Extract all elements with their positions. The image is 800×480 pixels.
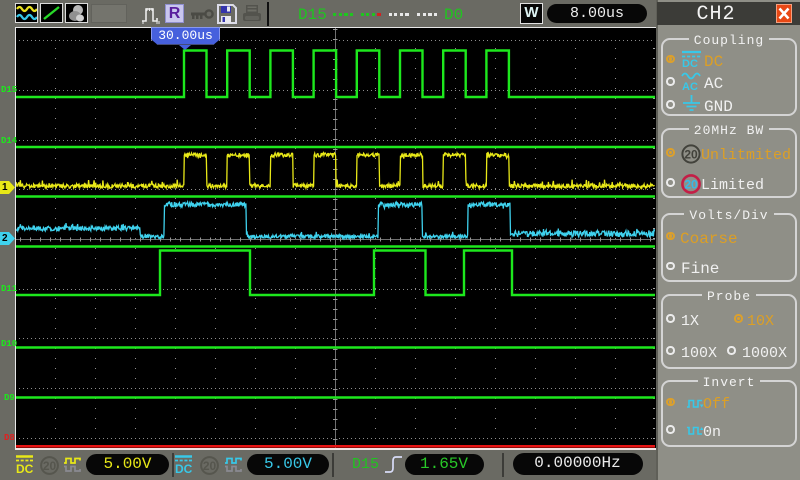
svg-text:20: 20: [684, 148, 698, 162]
svg-text:20: 20: [43, 459, 57, 473]
svg-text:20: 20: [684, 178, 698, 192]
svg-text:20: 20: [203, 459, 217, 473]
svg-text:AC: AC: [682, 81, 698, 91]
svg-text:DC: DC: [682, 58, 698, 68]
svg-text:DC: DC: [16, 462, 34, 475]
svg-text:DC: DC: [175, 462, 193, 475]
